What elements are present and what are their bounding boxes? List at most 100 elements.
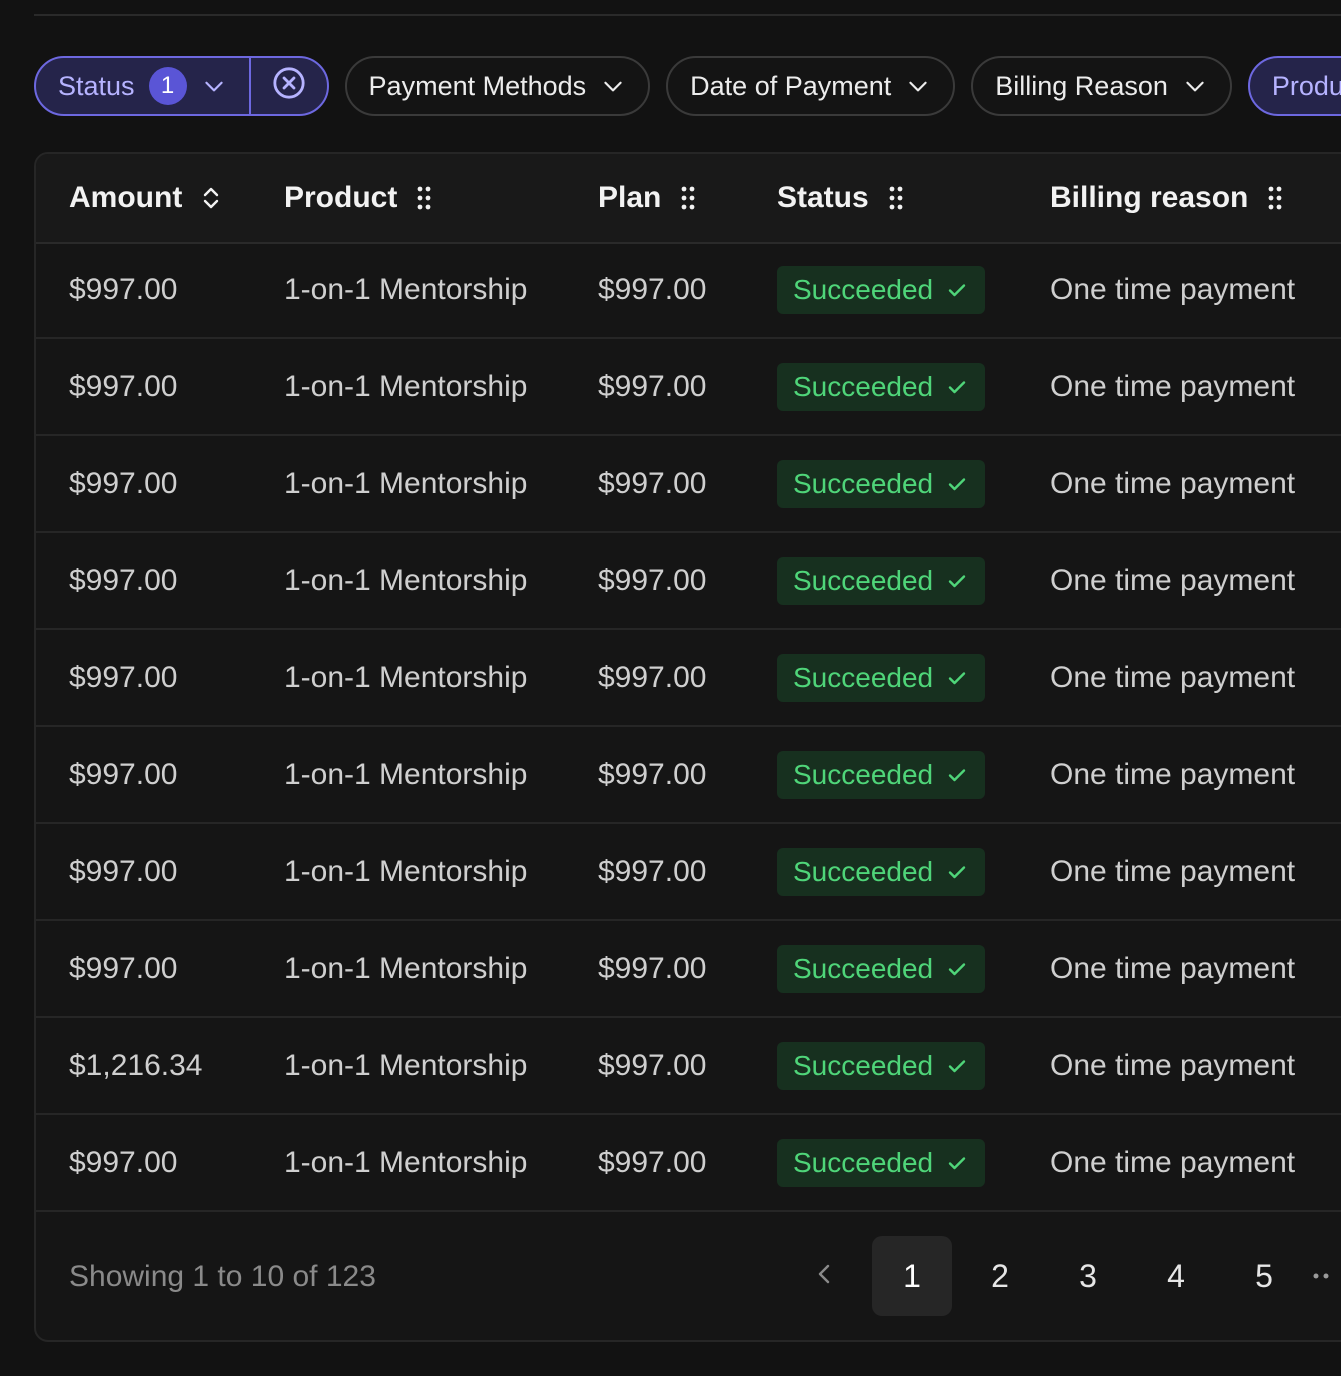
product-cell: 1-on-1 Mentorship <box>284 951 528 985</box>
status-filter-chip: Status 1 <box>34 56 329 116</box>
billing-reason-cell: One time payment <box>1050 757 1296 791</box>
product-header-label: Product <box>284 181 398 214</box>
billing-reason-cell: One time payment <box>1050 369 1296 403</box>
chevron-down-icon <box>1182 73 1208 99</box>
status-badge: Succeeded <box>777 362 986 411</box>
status-filter-label: Status <box>58 70 135 101</box>
amount-cell: $997.00 <box>69 369 178 403</box>
plan-cell: $997.00 <box>598 466 707 500</box>
status-badge: Succeeded <box>777 750 986 799</box>
payments-page: Status 1 Payment Methods Date of Payment <box>0 0 1341 1376</box>
table-row[interactable]: $997.00 1-on-1 Mentorship $997.00 Succee… <box>36 727 1341 824</box>
plan-cell: $997.00 <box>598 951 707 985</box>
billing-reason-cell: One time payment <box>1050 563 1296 597</box>
billing-reason-cell: One time payment <box>1050 1145 1296 1179</box>
status-filter-count: 1 <box>148 67 187 105</box>
chevron-down-icon <box>600 73 626 99</box>
drag-handle-icon[interactable] <box>415 183 433 213</box>
table-row[interactable]: $1,216.34 1-on-1 Mentorship $997.00 Succ… <box>36 1018 1341 1115</box>
check-icon <box>945 1151 969 1175</box>
status-header-label: Status <box>777 181 869 214</box>
payments-table: Amount Product Plan Status Billing reaso… <box>34 152 1341 1342</box>
payment-methods-filter[interactable]: Payment Methods <box>344 56 651 116</box>
clear-circle-icon <box>272 66 306 107</box>
product-cell: 1-on-1 Mentorship <box>284 1048 528 1082</box>
table-row[interactable]: $997.00 1-on-1 Mentorship $997.00 Succee… <box>36 436 1341 533</box>
billing-reason-cell: One time payment <box>1050 272 1296 306</box>
product-cell: 1-on-1 Mentorship <box>284 369 528 403</box>
drag-handle-icon[interactable] <box>1266 183 1284 213</box>
page-button-5[interactable]: 5 <box>1224 1236 1304 1316</box>
billing-reason-cell: One time payment <box>1050 951 1296 985</box>
status-badge: Succeeded <box>777 653 986 702</box>
clear-status-filter-button[interactable] <box>251 58 327 114</box>
top-divider <box>34 14 1341 16</box>
status-badge: Succeeded <box>777 847 986 896</box>
check-icon <box>945 957 969 981</box>
product-filter[interactable]: Produ <box>1247 56 1341 116</box>
drag-handle-icon[interactable] <box>887 183 905 213</box>
table-row[interactable]: $997.00 1-on-1 Mentorship $997.00 Succee… <box>36 242 1341 339</box>
column-header-status[interactable]: Status <box>777 154 905 242</box>
table-row[interactable]: $997.00 1-on-1 Mentorship $997.00 Succee… <box>36 630 1341 727</box>
table-row[interactable]: $997.00 1-on-1 Mentorship $997.00 Succee… <box>36 533 1341 630</box>
date-of-payment-filter[interactable]: Date of Payment <box>666 56 956 116</box>
status-badge: Succeeded <box>777 1041 986 1090</box>
payment-methods-label: Payment Methods <box>368 70 587 101</box>
amount-cell: $1,216.34 <box>69 1048 203 1082</box>
billing-reason-filter[interactable]: Billing Reason <box>971 56 1232 116</box>
amount-cell: $997.00 <box>69 272 178 306</box>
amount-cell: $997.00 <box>69 951 178 985</box>
filter-bar: Status 1 Payment Methods Date of Payment <box>34 56 1341 120</box>
column-header-plan[interactable]: Plan <box>598 154 697 242</box>
status-badge: Succeeded <box>777 265 986 314</box>
column-header-product[interactable]: Product <box>284 154 433 242</box>
page-button-2[interactable]: 2 <box>960 1236 1040 1316</box>
table-row[interactable]: $997.00 1-on-1 Mentorship $997.00 Succee… <box>36 921 1341 1018</box>
plan-cell: $997.00 <box>598 1145 707 1179</box>
page-button-4[interactable]: 4 <box>1136 1236 1216 1316</box>
product-cell: 1-on-1 Mentorship <box>284 757 528 791</box>
plan-cell: $997.00 <box>598 272 707 306</box>
previous-page-button[interactable] <box>804 1236 844 1316</box>
billing-reason-cell: One time payment <box>1050 854 1296 888</box>
product-cell: 1-on-1 Mentorship <box>284 1145 528 1179</box>
status-cell: Succeeded <box>777 242 986 337</box>
check-icon <box>945 860 969 884</box>
drag-handle-icon[interactable] <box>679 183 697 213</box>
chevron-left-icon <box>813 1259 835 1294</box>
chevron-down-icon <box>201 73 227 99</box>
table-row[interactable]: $997.00 1-on-1 Mentorship $997.00 Succee… <box>36 339 1341 436</box>
table-row[interactable]: $997.00 1-on-1 Mentorship $997.00 Succee… <box>36 1115 1341 1212</box>
page-button-1[interactable]: 1 <box>872 1236 952 1316</box>
amount-cell: $997.00 <box>69 1145 178 1179</box>
amount-cell: $997.00 <box>69 854 178 888</box>
status-badge-label: Succeeded <box>793 855 934 887</box>
amount-cell: $997.00 <box>69 660 178 694</box>
status-badge-label: Succeeded <box>793 758 934 790</box>
billing-reason-cell: One time payment <box>1050 660 1296 694</box>
amount-cell: $997.00 <box>69 757 178 791</box>
status-badge-label: Succeeded <box>793 467 934 499</box>
table-row[interactable]: $997.00 1-on-1 Mentorship $997.00 Succee… <box>36 824 1341 921</box>
plan-header-label: Plan <box>598 181 662 214</box>
status-badge-label: Succeeded <box>793 1049 934 1081</box>
plan-cell: $997.00 <box>598 854 707 888</box>
plan-cell: $997.00 <box>598 369 707 403</box>
status-cell: Succeeded <box>777 630 986 725</box>
billing-reason-label: Billing Reason <box>995 70 1168 101</box>
sort-icon[interactable] <box>200 184 222 212</box>
plan-cell: $997.00 <box>598 563 707 597</box>
status-cell: Succeeded <box>777 1018 986 1113</box>
plan-cell: $997.00 <box>598 1048 707 1082</box>
column-header-billing-reason[interactable]: Billing reason <box>1050 154 1284 242</box>
product-cell: 1-on-1 Mentorship <box>284 854 528 888</box>
check-icon <box>945 569 969 593</box>
page-button-3[interactable]: 3 <box>1048 1236 1128 1316</box>
product-filter-label: Produ <box>1271 70 1341 101</box>
status-badge-label: Succeeded <box>793 952 934 984</box>
status-filter-button[interactable]: Status 1 <box>36 58 251 114</box>
billing-reason-cell: One time payment <box>1050 466 1296 500</box>
status-badge: Succeeded <box>777 459 986 508</box>
column-header-amount[interactable]: Amount <box>69 154 222 242</box>
